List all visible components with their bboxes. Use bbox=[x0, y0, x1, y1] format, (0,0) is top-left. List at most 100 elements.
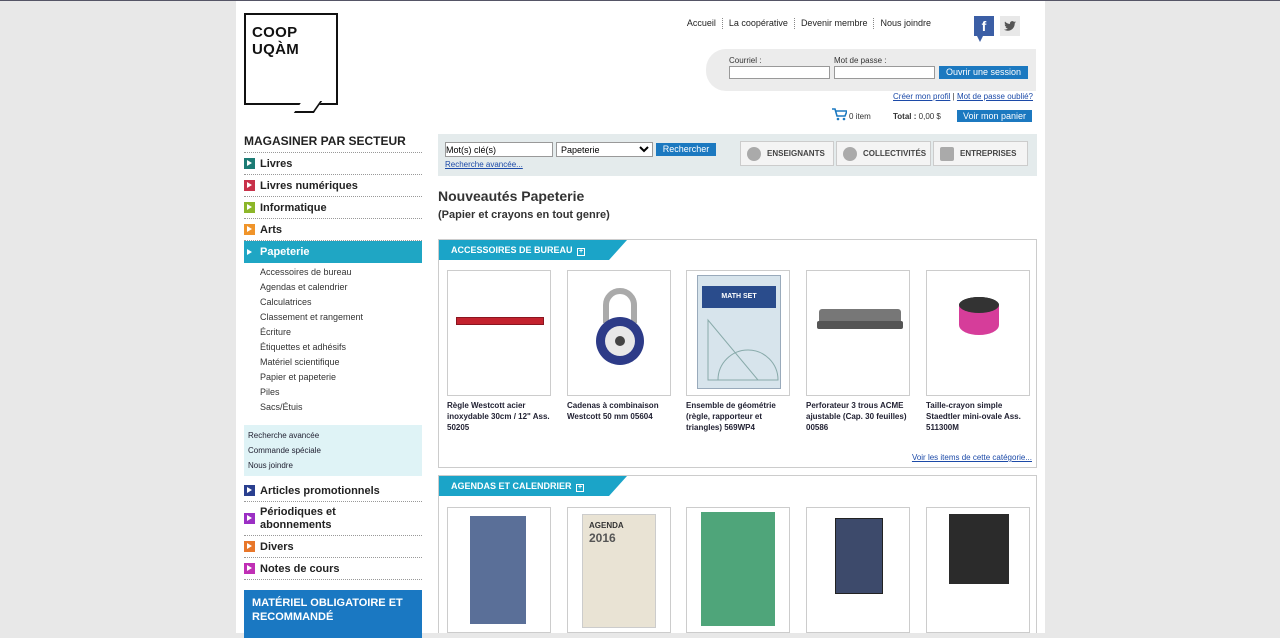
product-name[interactable]: Ensemble de géométrie (règle, rapporteur… bbox=[686, 400, 790, 433]
section-header[interactable]: AGENDAS ET CALENDRIER + bbox=[439, 476, 627, 496]
top-nav: Accueil La coopérative Devenir membre No… bbox=[681, 18, 937, 29]
cart-total-label: Total : bbox=[893, 112, 917, 121]
sidebar-item-papeterie[interactable]: Papeterie bbox=[244, 241, 422, 263]
product-card[interactable] bbox=[806, 507, 910, 633]
sidebar-item-arts[interactable]: Arts bbox=[244, 219, 422, 241]
segment-label: ENTREPRISES bbox=[960, 149, 1017, 158]
arrow-icon bbox=[244, 224, 255, 235]
password-field[interactable] bbox=[834, 66, 935, 79]
arrow-icon bbox=[244, 563, 255, 574]
section-header[interactable]: ACCESSOIRES DE BUREAU + bbox=[439, 240, 627, 260]
sidebar-item-label: Informatique bbox=[260, 201, 327, 214]
sidebar-item-articles-promotionnels[interactable]: Articles promotionnels bbox=[244, 480, 422, 502]
facebook-icon[interactable]: f bbox=[974, 16, 994, 42]
product-card[interactable]: Règle Westcott acier inoxydable 30cm / 1… bbox=[447, 270, 551, 433]
product-image[interactable] bbox=[806, 507, 910, 633]
sidebar-item-notes-de-cours[interactable]: Notes de cours bbox=[244, 558, 422, 580]
quick-links: Recherche avancée Commande spéciale Nous… bbox=[244, 425, 422, 476]
sidebar-item-divers[interactable]: Divers bbox=[244, 536, 422, 558]
sidebar: MAGASINER PAR SECTEUR Livres Livres numé… bbox=[244, 134, 422, 638]
page-title: Nouveautés Papeterie bbox=[438, 188, 585, 204]
product-image[interactable] bbox=[567, 270, 671, 396]
segment-label: ENSEIGNANTS bbox=[767, 149, 825, 158]
product-card[interactable]: AGENDA 2016 bbox=[567, 507, 671, 633]
subcategory-item[interactable]: Étiquettes et adhésifs bbox=[260, 340, 422, 355]
arrow-icon bbox=[244, 247, 255, 258]
coop-uqam-logo[interactable]: COOP UQÀM bbox=[244, 13, 338, 113]
sidebar-item-periodiques[interactable]: Périodiques et abonnements bbox=[244, 502, 422, 536]
arrow-icon bbox=[244, 158, 255, 169]
subcategory-list: Accessoires de bureau Agendas et calendr… bbox=[244, 263, 422, 419]
quick-link-contact[interactable]: Nous joindre bbox=[248, 458, 418, 473]
black-agenda-image bbox=[949, 514, 1009, 584]
search-category-select[interactable]: Papeterie bbox=[556, 142, 653, 157]
tower-bridge-agenda-image bbox=[835, 518, 883, 594]
product-image[interactable]: AGENDA 2016 bbox=[567, 507, 671, 633]
product-image[interactable] bbox=[447, 507, 551, 633]
subcategory-item[interactable]: Papier et papeterie bbox=[260, 370, 422, 385]
sidebar-item-livres-numeriques[interactable]: Livres numériques bbox=[244, 175, 422, 197]
expand-icon: + bbox=[577, 248, 586, 256]
segment-enseignants-button[interactable]: ENSEIGNANTS bbox=[740, 141, 834, 166]
product-name[interactable]: Perforateur 3 trous ACME ajustable (Cap.… bbox=[806, 400, 910, 433]
sidebar-item-informatique[interactable]: Informatique bbox=[244, 197, 422, 219]
quick-link-advanced-search[interactable]: Recherche avancée bbox=[248, 428, 418, 443]
see-all-link[interactable]: Voir les items de cette catégorie... bbox=[912, 453, 1032, 462]
product-card[interactable]: Cadenas à combinaison Westcott 50 mm 056… bbox=[567, 270, 671, 422]
subcategory-item[interactable]: Écriture bbox=[260, 325, 422, 340]
product-card[interactable] bbox=[447, 507, 551, 633]
product-image[interactable] bbox=[926, 270, 1030, 396]
section-accessoires: ACCESSOIRES DE BUREAU + Règle Westcott a… bbox=[438, 239, 1037, 468]
product-image[interactable] bbox=[686, 507, 790, 633]
product-image[interactable] bbox=[926, 507, 1030, 633]
green-agenda-image bbox=[701, 512, 775, 626]
agenda-2016-image: AGENDA 2016 bbox=[582, 514, 656, 628]
product-image[interactable] bbox=[806, 270, 910, 396]
agenda-cover-year: 2016 bbox=[589, 531, 616, 545]
advanced-search-link[interactable]: Recherche avancée... bbox=[445, 160, 523, 169]
view-cart-button[interactable]: Voir mon panier bbox=[957, 110, 1032, 122]
product-image[interactable]: MATH SET bbox=[686, 270, 790, 396]
product-card[interactable]: MATH SET Ensemble de géométrie (règle, r… bbox=[686, 270, 790, 433]
agenda-cover-text: AGENDA bbox=[589, 521, 624, 530]
nav-accueil[interactable]: Accueil bbox=[681, 18, 722, 29]
subcategory-item[interactable]: Sacs/Étuis bbox=[260, 400, 422, 415]
math-set-label: MATH SET bbox=[702, 286, 776, 308]
quick-link-special-order[interactable]: Commande spéciale bbox=[248, 443, 418, 458]
nav-devenir-membre[interactable]: Devenir membre bbox=[793, 18, 874, 29]
page-subtitle: (Papier et crayons en tout genre) bbox=[438, 209, 610, 221]
subcategory-item[interactable]: Piles bbox=[260, 385, 422, 400]
subcategory-item[interactable]: Calculatrices bbox=[260, 295, 422, 310]
nav-nous-joindre[interactable]: Nous joindre bbox=[873, 18, 937, 29]
subcategory-item[interactable]: Accessoires de bureau bbox=[260, 265, 422, 280]
sidebar-item-livres[interactable]: Livres bbox=[244, 153, 422, 175]
product-image[interactable] bbox=[447, 270, 551, 396]
mandatory-material-banner[interactable]: MATÉRIEL OBLIGATOIRE ET RECOMMANDÉ bbox=[244, 590, 422, 638]
search-input[interactable] bbox=[445, 142, 553, 157]
subcategory-item[interactable]: Classement et rangement bbox=[260, 310, 422, 325]
subcategory-item[interactable]: Agendas et calendrier bbox=[260, 280, 422, 295]
cart-icon[interactable] bbox=[832, 108, 847, 121]
apple-icon bbox=[747, 146, 761, 161]
email-field[interactable] bbox=[729, 66, 830, 79]
subcategory-item[interactable]: Matériel scientifique bbox=[260, 355, 422, 370]
open-session-button[interactable]: Ouvrir une session bbox=[939, 66, 1028, 79]
create-profile-link[interactable]: Créer mon profil bbox=[893, 92, 950, 101]
segment-collectivites-button[interactable]: COLLECTIVITÉS bbox=[836, 141, 931, 166]
product-card[interactable] bbox=[926, 507, 1030, 633]
search-button[interactable]: Rechercher bbox=[656, 143, 716, 156]
padlock-image bbox=[596, 288, 644, 365]
product-card[interactable]: Perforateur 3 trous ACME ajustable (Cap.… bbox=[806, 270, 910, 433]
nav-cooperative[interactable]: La coopérative bbox=[721, 18, 794, 29]
product-name[interactable]: Taille-crayon simple Staedtler mini-oval… bbox=[926, 400, 1030, 433]
segment-entreprises-button[interactable]: ENTREPRISES bbox=[933, 141, 1028, 166]
product-card[interactable] bbox=[686, 507, 790, 633]
forgot-password-link[interactable]: Mot de passe oublié? bbox=[957, 92, 1033, 101]
logo-line1: COOP bbox=[252, 24, 298, 41]
product-card[interactable]: Taille-crayon simple Staedtler mini-oval… bbox=[926, 270, 1030, 433]
product-name[interactable]: Règle Westcott acier inoxydable 30cm / 1… bbox=[447, 400, 551, 433]
twitter-icon[interactable] bbox=[1000, 16, 1020, 36]
product-name[interactable]: Cadenas à combinaison Westcott 50 mm 056… bbox=[567, 400, 671, 422]
ruler-image bbox=[456, 317, 544, 325]
arrow-icon bbox=[244, 180, 255, 191]
